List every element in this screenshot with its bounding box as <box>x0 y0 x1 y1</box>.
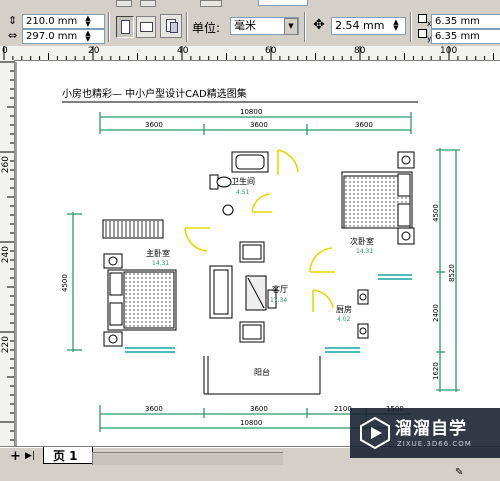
page-layout-button[interactable] <box>160 14 182 38</box>
add-page-button[interactable]: + <box>10 449 21 464</box>
vertical-ruler[interactable]: 260 240 220 <box>0 60 15 446</box>
room-area-bathroom: 4.51 <box>236 189 250 196</box>
kitchen-fixtures-icon <box>357 289 369 339</box>
toolbar-button-partial[interactable] <box>200 0 222 7</box>
room-name-living: 客厅 <box>272 284 288 294</box>
watermark-url: ZIXUE.3D66.COM <box>397 440 472 448</box>
dim-bottom-2: 3600 <box>250 405 268 413</box>
left-dimension <box>67 212 82 352</box>
units-dropdown-chevron-down-icon[interactable]: ▼ <box>284 18 298 35</box>
units-value: 毫米 <box>234 19 256 32</box>
page-width-value: 210.0 mm <box>26 16 78 27</box>
tab-page-1[interactable]: 页 1 <box>43 447 93 464</box>
nudge-spinner-icon[interactable]: ▲ ▼ <box>392 19 400 32</box>
dim-top-2: 3600 <box>250 121 268 129</box>
portrait-icon <box>121 20 130 34</box>
floor-plan-drawing: 小房也精彩— 中小户型设计CAD精选图集 10800 3600 3600 360… <box>15 62 460 446</box>
room-name-bathroom: 卫生间 <box>231 176 255 186</box>
nudge-arrows-icon: ✥ <box>313 17 325 33</box>
portrait-button[interactable] <box>116 16 134 38</box>
dim-left: 4500 <box>61 274 69 292</box>
property-bar: ⇕ 210.0 mm ▲ ▼ ⇔ 297.0 mm ▲ ▼ 单位: 毫米 ▼ ✥ 2… <box>0 0 500 47</box>
ruler-label-h: 20 <box>88 46 100 56</box>
ruler-label-h: 80 <box>354 46 366 56</box>
ruler-label-h: 60 <box>265 46 277 56</box>
play-logo-icon <box>360 416 390 450</box>
duplicate-y-value: 6.35 mm <box>435 31 480 42</box>
dim-top-total: 10800 <box>240 108 262 116</box>
page-width-field[interactable]: 210.0 mm <box>22 14 105 29</box>
dim-bottom-total: 10800 <box>240 419 262 427</box>
watermark: 溜溜自学 ZIXUE.3D66.COM <box>350 408 500 458</box>
room-name-balcony: 阳台 <box>254 367 270 377</box>
dim-right-3: 1620 <box>432 362 440 380</box>
landscape-icon <box>140 22 153 32</box>
drawing-title: 小房也精彩— 中小户型设计CAD精选图集 <box>62 87 247 100</box>
separator <box>410 12 412 42</box>
dim-right-total: 8520 <box>448 264 456 282</box>
dim-top-3: 3600 <box>355 121 373 129</box>
toilet-icon <box>209 174 232 190</box>
horizontal-scrollbar[interactable] <box>92 452 283 465</box>
basin-icon <box>222 204 234 216</box>
page-height-icon: ⇔ <box>8 29 18 42</box>
living-room-furniture <box>209 241 277 343</box>
watermark-brand: 溜溜自学 <box>395 419 467 439</box>
room-name-master: 主卧室 <box>146 248 170 258</box>
room-area-second: 14.31 <box>356 248 373 255</box>
dim-top-1: 3600 <box>145 121 163 129</box>
duplicate-x-value: 6.35 mm <box>435 16 480 27</box>
page-height-value: 297.0 mm <box>26 31 78 42</box>
drawing-canvas[interactable]: 小房也精彩— 中小户型设计CAD精选图集 10800 3600 3600 360… <box>15 61 500 446</box>
page-height-spinner-icon[interactable]: ▲ ▼ <box>84 30 92 43</box>
room-name-second: 次卧室 <box>350 236 374 246</box>
duplicate-x-icon: x <box>418 14 431 28</box>
ruler-label-h: 100 <box>440 46 458 56</box>
page-height-field[interactable]: 297.0 mm <box>22 29 105 44</box>
room-name-kitchen: 厨房 <box>336 304 352 314</box>
toolbar-button-partial[interactable] <box>116 0 132 7</box>
separator <box>186 12 188 42</box>
ruler-label-v: 260 <box>1 156 11 174</box>
bathtub-icon <box>231 151 269 173</box>
separator <box>304 12 306 42</box>
wardrobe-icon <box>102 219 164 239</box>
horizontal-ruler-ticks <box>3 46 494 60</box>
ruler-label-v: 220 <box>1 336 11 354</box>
room-area-living: 17.34 <box>270 297 287 304</box>
last-page-icon[interactable]: ▶| <box>25 451 35 461</box>
room-area-kitchen: 4.02 <box>337 316 351 323</box>
dim-bottom-1: 3600 <box>145 405 163 413</box>
landscape-button[interactable] <box>136 16 156 38</box>
ruler-label-h: 0 <box>2 46 8 56</box>
ruler-label-h: 40 <box>177 46 189 56</box>
pages-icon-back <box>170 22 178 33</box>
second-bed-icon <box>341 151 415 245</box>
ruler-label-v: 240 <box>1 246 11 264</box>
duplicate-x-field[interactable]: 6.35 mm <box>431 14 500 29</box>
pen-tool-icon[interactable]: ✎ <box>455 467 463 478</box>
toolbar-button-partial[interactable] <box>140 0 156 7</box>
tab-page-1-label: 页 1 <box>53 449 78 463</box>
duplicate-y-field[interactable]: 6.35 mm <box>431 29 500 44</box>
duplicate-y-icon: y <box>418 29 431 43</box>
room-area-master: 14.31 <box>152 260 169 267</box>
separator <box>108 12 110 42</box>
page-width-spinner-icon[interactable]: ▲ ▼ <box>84 15 92 28</box>
master-bed-icon <box>103 253 177 347</box>
dim-right-1: 4500 <box>432 204 440 222</box>
horizontal-ruler[interactable]: 0 20 40 60 80 100 <box>0 46 500 61</box>
dim-right-2: 2400 <box>432 304 440 322</box>
partial-field[interactable] <box>258 0 308 6</box>
page-width-icon: ⇕ <box>8 14 18 27</box>
nudge-value: 2.54 mm <box>335 19 385 32</box>
units-label: 单位: <box>192 21 221 35</box>
